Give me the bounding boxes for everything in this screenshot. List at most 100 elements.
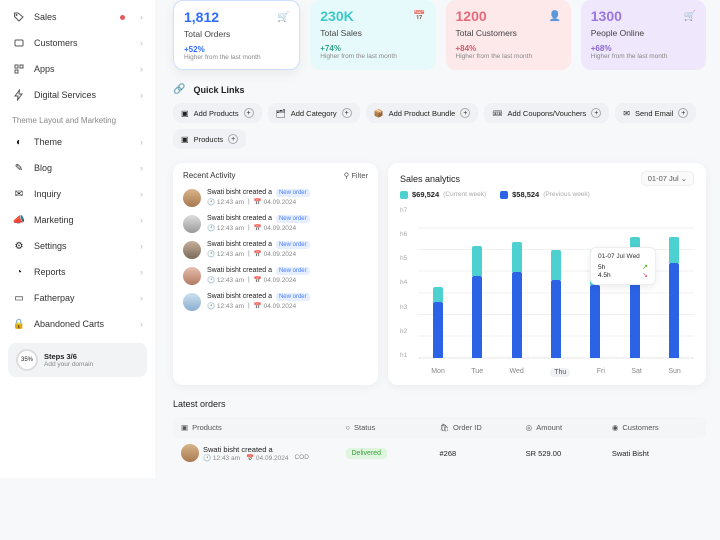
- sidebar-item-fatherpay[interactable]: ▭Fatherpay›: [8, 285, 147, 311]
- bar-mon[interactable]: [433, 207, 443, 358]
- table-row[interactable]: Swati bisht created a 🕐 12:43 am📅 04.09.…: [173, 438, 706, 468]
- order-badge: New order: [276, 189, 310, 197]
- recent-activity-card: Recent Activity ⚲ Filter Swati bisht cre…: [173, 163, 378, 385]
- avatar: [183, 215, 201, 233]
- calendar-icon: 📅: [412, 8, 428, 24]
- sidebar-item-inquiry[interactable]: ✉Inquiry›: [8, 181, 147, 207]
- stat-pct: +84%: [456, 44, 561, 53]
- stat-pct: +52%: [184, 45, 289, 54]
- latest-orders: Latest orders ▣Products ○Status 🛍Order I…: [173, 399, 706, 468]
- order-badge: New order: [276, 241, 310, 249]
- bar-sun[interactable]: [669, 207, 679, 358]
- gear-icon: ⚙: [12, 239, 26, 253]
- sidebar-item-reports[interactable]: ◔Reports›: [8, 259, 147, 285]
- steps-card[interactable]: 35% Steps 3/6 Add your domain: [8, 343, 147, 377]
- trend-up-icon: ↗: [642, 263, 648, 271]
- chart-legend: $69,524(Current week) $58,524(Previous w…: [400, 190, 694, 199]
- sidebar-item-theme[interactable]: ◐Theme›: [8, 129, 147, 155]
- quick-links-title: Quick Links: [193, 85, 244, 95]
- trend-down-icon: ↘: [642, 271, 648, 279]
- order-badge: New order: [276, 215, 310, 223]
- chevron-right-icon: ›: [140, 241, 143, 251]
- megaphone-icon: 📣: [12, 213, 26, 227]
- lock-icon: 🔒: [12, 317, 26, 331]
- bar-wed[interactable]: [512, 207, 522, 358]
- stat-title: Total Sales: [320, 28, 425, 38]
- sidebar-item-blog[interactable]: ✎Blog›: [8, 155, 147, 181]
- wallet-icon: ▭: [12, 291, 26, 305]
- sidebar-item-digital-services[interactable]: Digital Services ›: [8, 82, 147, 108]
- grid-icon: [12, 62, 26, 76]
- filter-button[interactable]: ⚲ Filter: [344, 171, 368, 180]
- quick-links-header: 🔗 Quick Links: [173, 84, 706, 95]
- folder-icon: 🗂: [276, 109, 286, 118]
- dollar-icon: ◎: [526, 423, 533, 432]
- stat-total-customers[interactable]: 1200 👤 Total Customers +84% Higher from …: [446, 0, 571, 70]
- status-badge: Delivered: [346, 448, 388, 459]
- chip-add-bundle[interactable]: 📦Add Product Bundle+: [366, 103, 479, 123]
- avatar: [181, 444, 199, 462]
- order-badge: New order: [276, 293, 310, 301]
- sidebar-item-marketing[interactable]: 📣Marketing›: [8, 207, 147, 233]
- stat-pct: +68%: [591, 44, 696, 53]
- bar-tue[interactable]: [472, 207, 482, 358]
- activity-item[interactable]: Swati bisht created a New order🕐 12:43 a…: [183, 241, 368, 259]
- sidebar-item-apps[interactable]: Apps ›: [8, 56, 147, 82]
- activity-item[interactable]: Swati bisht created a New order🕐 12:43 a…: [183, 293, 368, 311]
- progress-ring: 35%: [16, 349, 38, 371]
- date-range-select[interactable]: 01-07 Jul ⌄: [641, 171, 694, 186]
- bag-icon: 🛍: [440, 423, 450, 432]
- chip-add-category[interactable]: 🗂Add Category+: [268, 103, 360, 123]
- avatar: [183, 293, 201, 311]
- tag-icon: [12, 10, 26, 24]
- chevron-right-icon: ›: [140, 163, 143, 173]
- stat-people-online[interactable]: 1300 🛒 People Online +68% Higher from th…: [581, 0, 706, 70]
- sidebar-item-customers[interactable]: Customers ›: [8, 30, 147, 56]
- stat-pct: +74%: [320, 44, 425, 53]
- activity-item[interactable]: Swati bisht created a New order🕐 12:43 a…: [183, 267, 368, 285]
- sidebar-item-settings[interactable]: ⚙Settings›: [8, 233, 147, 259]
- sidebar-item-sales[interactable]: Sales ›: [8, 4, 147, 30]
- avatar: [183, 267, 201, 285]
- chevron-right-icon: ›: [140, 319, 143, 329]
- chip-add-products[interactable]: ▣Add Products+: [173, 103, 262, 123]
- stat-note: Higher from the last month: [320, 53, 425, 60]
- notification-dot: [120, 15, 125, 20]
- box-icon: ▣: [181, 423, 188, 432]
- plus-icon: +: [228, 134, 238, 144]
- ticket-icon: 🎟: [492, 109, 502, 118]
- chip-add-coupons[interactable]: 🎟Add Coupons/Vouchers+: [484, 103, 609, 123]
- user-icon: 👤: [547, 8, 563, 24]
- chevron-right-icon: ›: [140, 267, 143, 277]
- link-icon: 🔗: [173, 84, 185, 95]
- plus-icon: +: [244, 108, 254, 118]
- stat-total-orders[interactable]: 1,812 🛒 Total Orders +52% Higher from th…: [173, 0, 300, 70]
- user-icon: ◉: [612, 423, 619, 432]
- stat-title: Total Orders: [184, 29, 289, 39]
- plus-icon: +: [342, 108, 352, 118]
- plus-icon: +: [678, 108, 688, 118]
- avatar: [183, 241, 201, 259]
- chevron-right-icon: ›: [140, 38, 143, 48]
- stat-value: 230K: [320, 8, 425, 24]
- legend-swatch-previous: [500, 191, 508, 199]
- steps-sub: Add your domain: [44, 361, 93, 368]
- avatar: [183, 189, 201, 207]
- activity-item[interactable]: Swati bisht created a New order🕐 12:43 a…: [183, 215, 368, 233]
- chevron-right-icon: ›: [140, 137, 143, 147]
- analytics-title: Sales analytics: [400, 174, 460, 184]
- cart-icon: 🛒: [275, 9, 291, 25]
- box-icon: ▣: [181, 135, 189, 144]
- orders-title: Latest orders: [173, 399, 706, 409]
- activity-title: Recent Activity: [183, 171, 235, 181]
- plus-icon: +: [460, 108, 470, 118]
- chip-send-email[interactable]: ✉Send Email+: [615, 103, 696, 123]
- activity-item[interactable]: Swati bisht created a New order🕐 12:43 a…: [183, 189, 368, 207]
- pencil-icon: ✎: [12, 161, 26, 175]
- chip-products[interactable]: ▣Products+: [173, 129, 246, 149]
- stat-total-sales[interactable]: 230K 📅 Total Sales +74% Higher from the …: [310, 0, 435, 70]
- bar-thu[interactable]: [551, 207, 561, 358]
- stat-note: Higher from the last month: [456, 53, 561, 60]
- sidebar-item-abandoned-carts[interactable]: 🔒Abandoned Carts›: [8, 311, 147, 337]
- box-icon: 📦: [374, 109, 384, 118]
